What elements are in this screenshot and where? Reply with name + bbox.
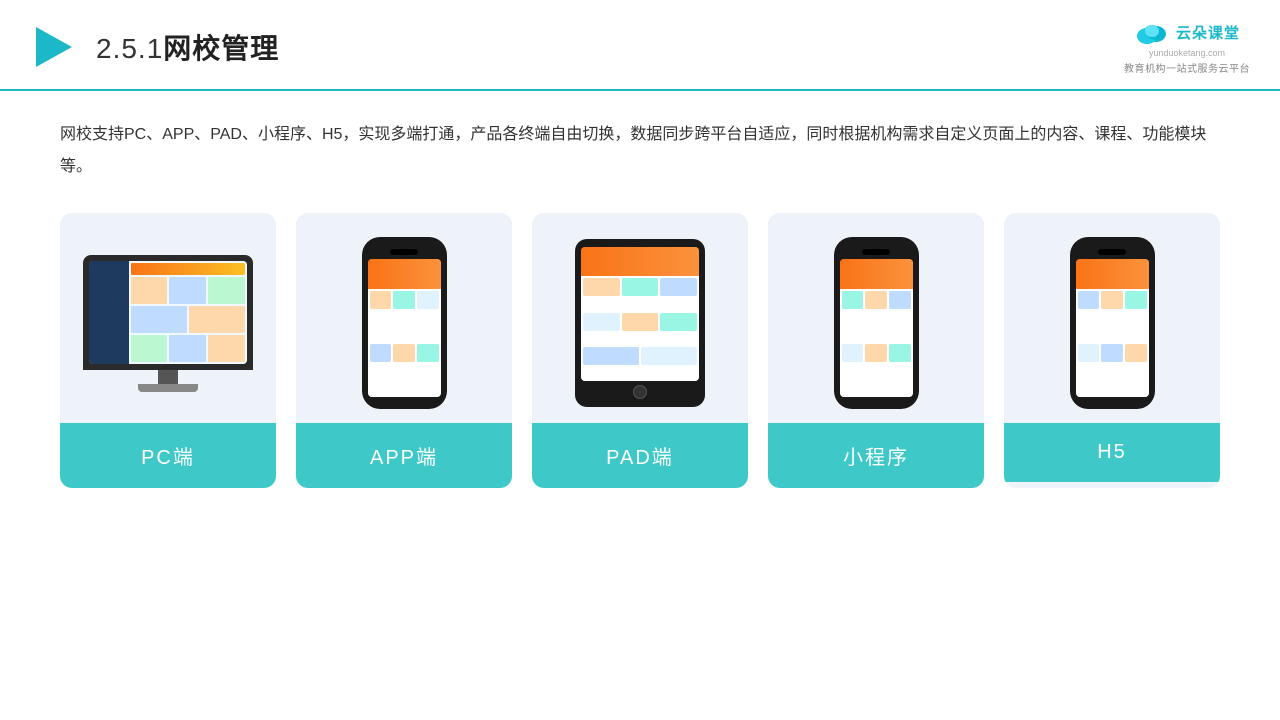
logo-url: yunduoketang.com xyxy=(1149,48,1225,58)
card-miniprogram-image xyxy=(768,213,984,423)
card-app: APP端 xyxy=(296,213,512,488)
logo-area: 云朵课堂 yunduoketang.com 教育机构一站式服务云平台 xyxy=(1124,18,1250,75)
page-title: 2.5.1网校管理 xyxy=(96,27,279,67)
card-pc-label: PC端 xyxy=(60,423,276,488)
card-h5-label: H5 xyxy=(1004,423,1220,482)
card-h5-image xyxy=(1004,213,1220,423)
phone-h5-screen xyxy=(1076,259,1149,397)
card-miniprogram: 小程序 xyxy=(768,213,984,488)
card-app-image xyxy=(296,213,512,423)
page-header: 2.5.1网校管理 云朵课堂 yunduoketang.com 教育机构一站式服… xyxy=(0,0,1280,91)
logo-text: 云朵课堂 xyxy=(1176,22,1240,43)
logo-cloud: 云朵课堂 xyxy=(1134,18,1240,46)
cloud-icon xyxy=(1134,18,1170,46)
play-icon xyxy=(30,23,78,71)
phone-mini-screen xyxy=(840,259,913,397)
card-pad: PAD端 xyxy=(532,213,748,488)
card-miniprogram-label: 小程序 xyxy=(768,423,984,488)
tablet-frame xyxy=(575,239,705,407)
monitor-body xyxy=(83,255,253,370)
logo-tagline: 教育机构一站式服务云平台 xyxy=(1124,60,1250,75)
card-app-label: APP端 xyxy=(296,423,512,488)
card-pc: PC端 xyxy=(60,213,276,488)
tablet-screen xyxy=(581,247,699,381)
phone-app-frame xyxy=(362,237,447,409)
phone-notch xyxy=(390,249,418,255)
header-left: 2.5.1网校管理 xyxy=(30,23,279,71)
card-h5: H5 xyxy=(1004,213,1220,488)
phone-screen xyxy=(368,259,441,397)
card-pad-label: PAD端 xyxy=(532,423,748,488)
phone-h5-frame xyxy=(1070,237,1155,409)
phone-mini-frame xyxy=(834,237,919,409)
description-text: 网校支持PC、APP、PAD、小程序、H5，实现多端打通，产品各终端自由切换，数… xyxy=(60,119,1220,183)
tablet-home-button xyxy=(633,385,647,399)
pc-monitor xyxy=(83,255,253,392)
card-pad-image xyxy=(532,213,748,423)
phone-h5-notch xyxy=(1098,249,1126,255)
main-content: 网校支持PC、APP、PAD、小程序、H5，实现多端打通，产品各终端自由切换，数… xyxy=(0,91,1280,508)
device-cards-container: PC端 xyxy=(60,213,1220,488)
phone-mini-notch xyxy=(862,249,890,255)
card-pc-image xyxy=(60,213,276,423)
monitor-screen xyxy=(89,261,247,364)
